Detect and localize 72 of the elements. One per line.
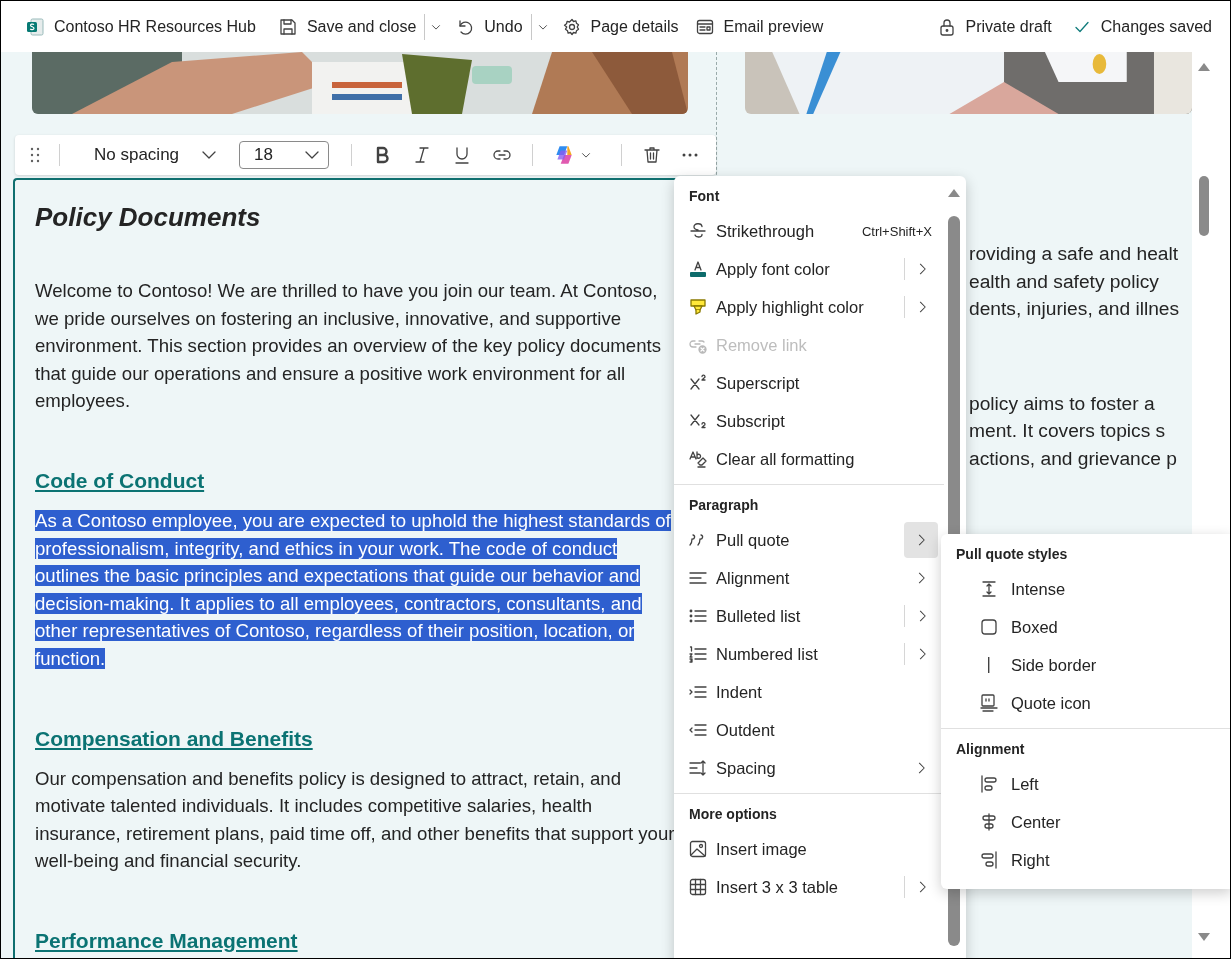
toolbar-button[interactable]: Page details [553, 10, 687, 43]
status-text: Private draft [965, 17, 1052, 36]
menu-item[interactable]: Apply font color [674, 250, 944, 288]
menu-item[interactable]: Numbered list [674, 635, 944, 673]
menu-item[interactable]: Insert 3 x 3 table [674, 868, 944, 906]
save-icon [277, 16, 298, 37]
spacing-icon [688, 758, 708, 778]
menu-section-title: Paragraph [688, 496, 760, 515]
menu-section-title: Font [688, 187, 721, 206]
strikethrough-icon [688, 221, 708, 241]
menu-item[interactable]: Quote icon [941, 684, 1230, 722]
align-left-icon [979, 774, 999, 794]
text-line: policy aims to foster a [969, 391, 1156, 416]
align-center-icon [979, 812, 999, 832]
menu-item[interactable]: Indent [674, 673, 944, 711]
menu-item[interactable]: Pull quote [674, 521, 944, 559]
menu-section-title: Pull quote styles [955, 545, 1069, 564]
menu-item[interactable]: Strikethrough Ctrl+Shift+X [674, 212, 944, 250]
sharepoint-logo-icon [25, 16, 45, 37]
style-dropdown[interactable]: No spacing [74, 141, 228, 169]
quote-icon [979, 693, 999, 713]
menu-item[interactable]: Boxed [941, 608, 1230, 646]
toolbar-button[interactable]: Email preview [686, 10, 832, 43]
more-icon [682, 153, 699, 157]
menu-item[interactable]: Bulleted list [674, 597, 944, 635]
text-line: dents, injuries, and illnes [969, 297, 1181, 322]
settings-icon [561, 16, 582, 37]
shortcut-text: Ctrl+Shift+X [861, 223, 932, 239]
toolbar-button[interactable]: Undo [447, 10, 531, 43]
section-heading: Compensation and Benefits [35, 726, 314, 751]
scrollbar-thumb[interactable] [1199, 176, 1210, 236]
vertical-line-icon [988, 657, 990, 673]
site-title: Contoso HR Resources Hub [54, 17, 256, 36]
menu-section-title: Alignment [955, 740, 1026, 759]
paragraph: Our compensation and benefits policy is designed to attract, retain, and motivate talented individuals. It includes competitive salaries, health insurance, retirement plans, paid time off, and other benefits that support your well-being and financial security. [35, 766, 675, 874]
menu-item[interactable]: Spacing [674, 749, 944, 787]
table-icon [688, 877, 708, 897]
text-line: actions, and grievance p [969, 446, 1178, 471]
paragraph: Welcome to Contoso! We are thrilled to have you join our team. At Contoso, we pride ourselves on fostering an inclusive, innovative, and supportive environment. This section provides an overview of the key policy documents that guide our operations and ensure a positive work environment for all employees. [35, 279, 662, 414]
scroll-up-icon[interactable] [1197, 62, 1212, 72]
clear-formatting-icon [688, 449, 708, 469]
menu-item[interactable]: Center [941, 803, 1230, 841]
section-title: Policy Documents [35, 202, 262, 233]
text-line: roviding a safe and healt [969, 242, 1180, 266]
menu-item[interactable]: Subscript [674, 402, 944, 440]
font-color-icon [688, 259, 708, 279]
selected-paragraph: As a Contoso employee, you are expected to uphold the highest standards of professionalism, integrity, and ethics in your work. The code of conduct outlines the basic principles and expectations that guide our behavior and decision-making. It applies to all employees, contractors, consultants, and other representatives of Contoso, regardless of their position, location, or function. [35, 508, 672, 671]
menu-item[interactable]: Insert image [674, 830, 944, 868]
menu-item[interactable]: Right [941, 841, 1230, 879]
align-right-icon [979, 850, 999, 870]
section-heading: Code of Conduct [35, 468, 206, 493]
square-icon [979, 617, 999, 637]
highlighter-icon [688, 297, 708, 317]
menu-section-title: More options [688, 805, 778, 824]
scroll-up-icon[interactable] [947, 188, 961, 198]
text-line: ment. It covers topics s [969, 419, 1167, 444]
menu-item[interactable]: Outdent [674, 711, 944, 749]
status-text: Changes saved [1100, 17, 1212, 36]
menu-item[interactable]: Side border [941, 646, 1230, 684]
menu-item[interactable]: Left [941, 765, 1230, 803]
section-heading: Performance Management [35, 928, 299, 953]
font-size-dropdown[interactable]: 18 [239, 141, 330, 169]
menu-item[interactable]: Superscript [674, 364, 944, 402]
menu-item[interactable]: Apply highlight color [674, 288, 944, 326]
scroll-down-icon[interactable] [1197, 932, 1212, 942]
menu-item[interactable]: Alignment [674, 559, 944, 597]
numbered-list-icon [688, 644, 708, 664]
menu-item[interactable]: Intense [941, 570, 1230, 608]
menu-item[interactable]: Clear all formatting [674, 440, 944, 478]
image-icon [688, 839, 708, 859]
toolbar-button[interactable]: Save and close [269, 10, 425, 43]
text-line: ealth and safety policy [969, 269, 1160, 294]
